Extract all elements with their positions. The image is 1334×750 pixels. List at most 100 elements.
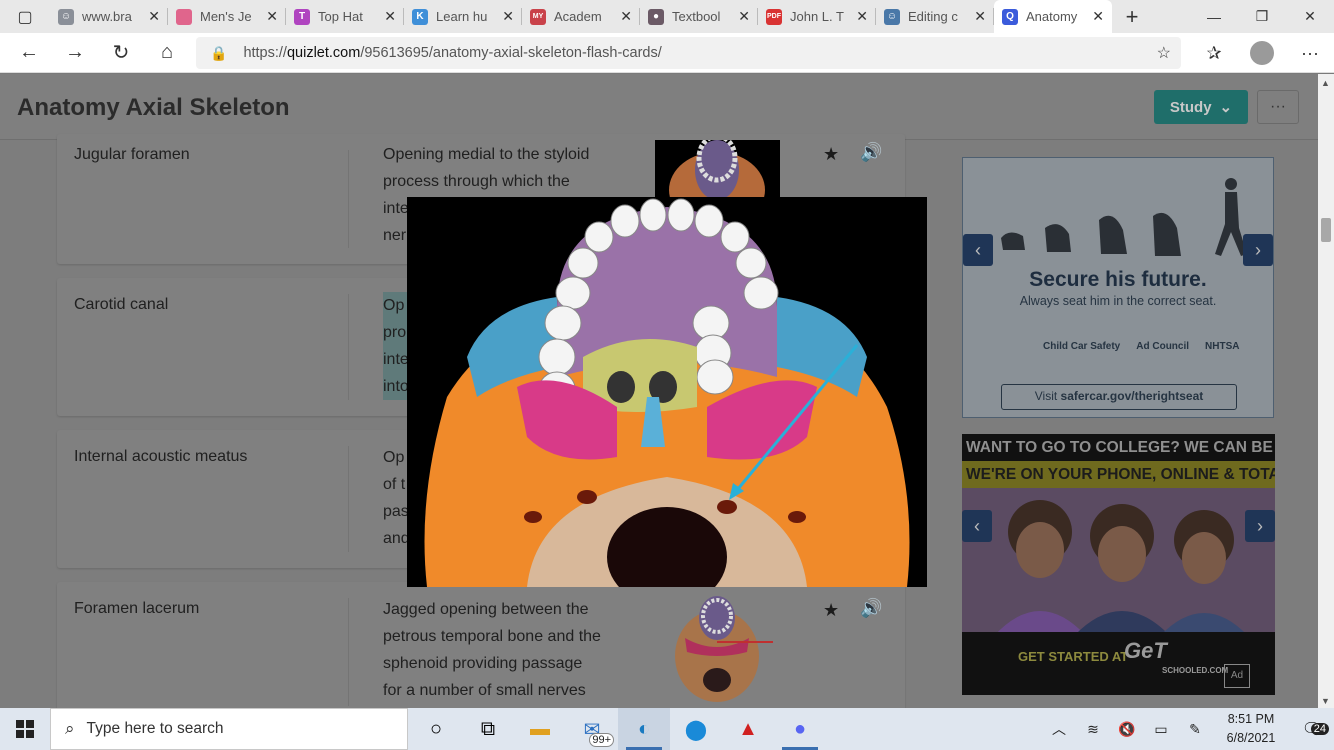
windows-start-button[interactable] [0,708,50,750]
acrobat-icon[interactable]: ▲ [722,708,774,750]
taskbar-search-input[interactable]: ⌕ Type here to search [50,708,408,750]
card-divider [348,446,349,552]
page-scrollbar[interactable]: ▲ ▼ [1318,74,1334,708]
scroll-down-icon[interactable]: ▼ [1321,696,1330,706]
app-icon[interactable]: ⬤ [670,708,722,750]
study-button[interactable]: Study ⌄ [1154,90,1248,124]
close-tab-icon[interactable]: ✕ [974,8,986,25]
browser-tab[interactable]: PDF John L. T ✕ [758,0,876,33]
edge-browser-icon[interactable]: ◐ [618,708,670,750]
window-controls: — ❐ ✕ [1190,0,1334,33]
home-button[interactable]: ⌂ [144,33,190,73]
term-text: Jugular foramen [74,146,190,163]
mail-icon[interactable]: ✉ 99+ [566,708,618,750]
clock[interactable]: 8:51 PM 6/8/2021 [1212,710,1290,748]
favorites-icon[interactable]: ✰ [1190,43,1238,64]
browser-tab[interactable]: K Learn hu ✕ [404,0,522,33]
pen-icon[interactable]: ✎ [1178,721,1212,738]
ad-council-logo: Ad Council [1136,341,1190,352]
wifi-icon[interactable]: ≋ [1076,721,1110,738]
tab-actions-icon[interactable]: ▢ [0,0,50,33]
volume-muted-icon[interactable]: 🔇 [1110,721,1144,738]
carousel-next-button[interactable]: › [1245,510,1275,542]
battery-icon[interactable]: ▭ [1144,721,1178,738]
speaker-icon[interactable]: 🔊 [860,598,882,619]
tab-favicon-icon: Q [1002,8,1018,25]
close-tab-icon[interactable]: ✕ [148,8,160,25]
close-tab-icon[interactable]: ✕ [738,8,750,25]
cortana-icon[interactable]: ○ [410,708,462,750]
ad-get-schooled[interactable]: WANT TO GO TO COLLEGE? WE CAN BE YOUR GU… [962,434,1275,695]
star-icon[interactable]: ★ [823,144,839,165]
browser-tab[interactable]: Men's Je ✕ [168,0,286,33]
close-tab-icon[interactable]: ✕ [502,8,514,25]
tab-title: www.bra [82,9,132,24]
scroll-thumb[interactable] [1321,218,1331,242]
notifications-icon[interactable]: 🗨24 [1290,719,1334,739]
close-tab-icon[interactable]: ✕ [856,8,868,25]
search-icon: ⌕ [65,719,75,738]
tab-favicon-icon: ● [648,8,664,25]
ad-brand-domain: SCHOOLED.COM [1162,666,1229,675]
close-tab-icon[interactable]: ✕ [1092,8,1104,25]
close-tab-icon[interactable]: ✕ [266,8,278,25]
navigation-bar: ← → ↻ ⌂ 🔒 https://quizlet.com/95613695/a… [0,33,1334,73]
ad-visit-link[interactable]: Visit safercar.gov/therightseat [1001,384,1237,410]
tab-title: John L. T [790,9,844,24]
ad-council-logo: Ad [1224,664,1250,688]
url-text: https://quizlet.com/95613695/anatomy-axi… [243,45,662,61]
card-divider [348,150,349,248]
carousel-prev-button[interactable]: ‹ [963,234,993,266]
ad-logos: Child Car Safety Ad Council NHTSA [1043,341,1239,352]
tab-favicon-icon: PDF [766,8,782,25]
tab-strip: ▢ ☺ www.bra ✕ Men's Je ✕ T Top Hat ✕ K Learn hu ✕ M… [0,0,1334,33]
speaker-icon[interactable]: 🔊 [860,142,882,163]
back-button[interactable]: ← [6,33,52,73]
carousel-prev-button[interactable]: ‹ [962,510,992,542]
tab-favicon-icon: ☺ [884,8,900,25]
close-tab-icon[interactable]: ✕ [384,8,396,25]
browser-tab[interactable]: Q Anatomy ✕ [994,0,1112,33]
set-header: Anatomy Axial Skeleton Study ⌄ ··· [0,74,1318,140]
discord-icon[interactable]: ● [774,708,826,750]
close-window-button[interactable]: ✕ [1286,0,1334,33]
more-options-button[interactable]: ··· [1257,90,1299,124]
browser-tab[interactable]: ● Textbool ✕ [640,0,758,33]
minimize-button[interactable]: — [1190,0,1238,33]
profile-avatar[interactable] [1238,41,1286,65]
settings-more-icon[interactable]: ··· [1286,43,1334,64]
address-bar[interactable]: 🔒 https://quizlet.com/95613695/anatomy-a… [196,37,1181,69]
ad-car-safety[interactable]: ‹ › Secure his future. Always seat him i… [962,157,1274,418]
term-image[interactable] [655,596,780,702]
carousel-next-button[interactable]: › [1243,234,1273,266]
browser-tab[interactable]: MY Academ ✕ [522,0,640,33]
add-favorite-icon[interactable]: ☆ [1157,43,1171,63]
definition-line: for a number of small nerves [383,682,586,699]
ad-brand-logo: GeT [1124,638,1167,663]
task-view-icon[interactable]: ⧉ [462,708,514,750]
browser-tab[interactable]: T Top Hat ✕ [286,0,404,33]
search-placeholder: Type here to search [86,720,224,737]
term-text: Internal acoustic meatus [74,448,248,465]
term-image[interactable] [655,140,780,200]
restore-button[interactable]: ❐ [1238,0,1286,33]
show-hidden-icons[interactable]: ︿ [1042,719,1076,739]
refresh-button[interactable]: ↻ [98,33,144,73]
browser-tab[interactable]: ☺ www.bra ✕ [50,0,168,33]
tab-favicon-icon: ☺ [58,8,74,25]
windows-taskbar: ⌕ Type here to search ○ ⧉ ▬ ✉ 99+ ◐ ⬤ ▲ ●… [0,708,1334,750]
study-label: Study [1169,98,1212,116]
definition-line: process through which the [383,173,570,190]
star-icon[interactable]: ★ [823,600,839,621]
new-tab-button[interactable]: + [1112,0,1152,33]
definition-text: Jagged opening between the petrous tempo… [383,596,633,704]
file-explorer-icon[interactable]: ▬ [514,708,566,750]
close-tab-icon[interactable]: ✕ [620,8,632,25]
browser-tab[interactable]: ☺ Editing c ✕ [876,0,994,33]
scroll-up-icon[interactable]: ▲ [1321,78,1330,88]
enlarged-skull-image[interactable] [407,197,927,587]
toolbar-right: ✰ ··· [1190,33,1334,73]
forward-button[interactable]: → [52,33,98,73]
tab-title: Editing c [908,9,958,24]
definition-line: Jagged opening between the [383,601,589,618]
